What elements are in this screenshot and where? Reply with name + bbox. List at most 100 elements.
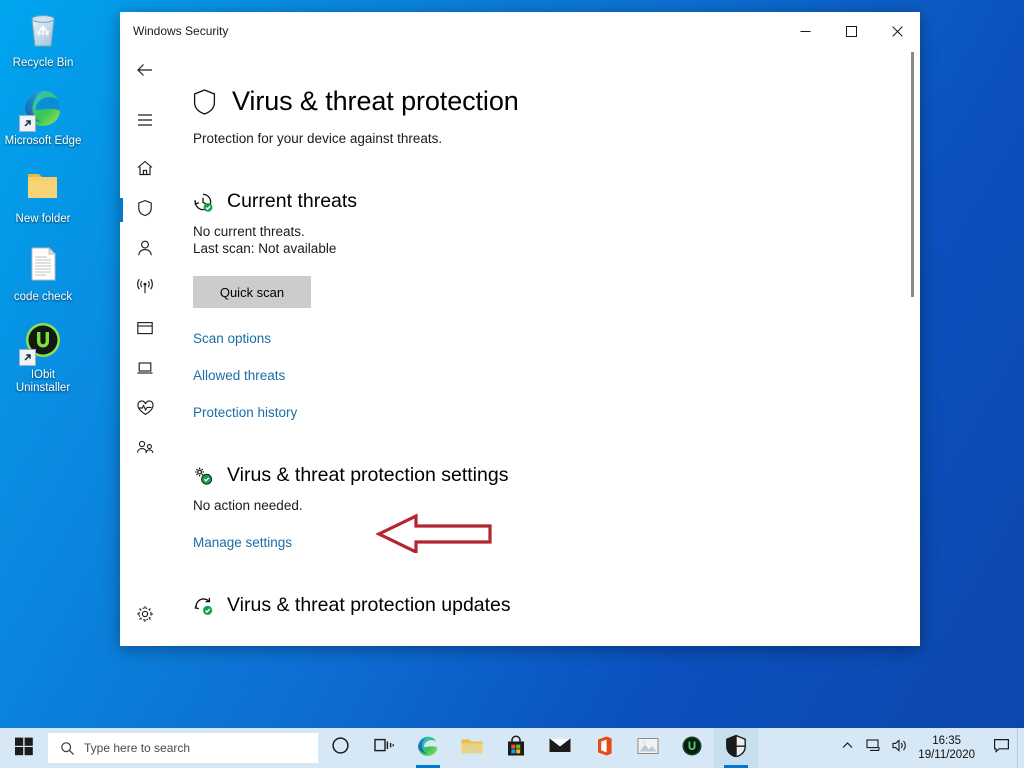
edge-icon [416,734,440,763]
taskbar-item-iobit-uninstaller[interactable] [670,728,714,768]
navigation-rail [120,50,170,646]
minimize-button[interactable] [782,12,828,50]
manage-settings-link[interactable]: Manage settings [193,535,292,550]
rail-spacer [120,140,170,150]
rail-bottom-spacer [120,636,170,646]
scan-options-link[interactable]: Scan options [193,331,271,346]
system-tray: 16:35 19/11/2020 [834,728,1024,768]
sidebar-item-home[interactable] [120,150,170,190]
sidebar-item-virus-threat-protection[interactable] [120,190,170,230]
page-title: Virus & threat protection [192,86,920,117]
desktop-icon-label: IObit Uninstaller [15,369,71,394]
sidebar-item-device-security[interactable] [120,350,170,390]
home-icon [135,158,155,183]
scrollbar-thumb[interactable] [911,52,914,297]
photos-icon [636,736,660,761]
last-scan-status: Last scan: Not available [193,241,337,256]
taskbar: Type here to search 16:35 19/11/2020 [0,728,1024,768]
taskbar-item-windows-security[interactable] [714,728,758,768]
back-button[interactable] [120,50,170,90]
show-desktop-button[interactable] [1017,728,1024,768]
taskbar-item-cortana[interactable] [318,728,362,768]
clock-time: 16:35 [932,735,962,747]
circle-icon [331,736,350,760]
edge-icon [19,84,67,132]
speech-bubble-icon [993,738,1010,758]
folder-icon [460,735,484,762]
iobit-icon [19,318,67,366]
desktop-icon-label: New folder [15,213,71,225]
network-icon [865,738,882,758]
title-bar[interactable]: Windows Security [120,12,920,50]
sidebar-item-app-browser-control[interactable] [120,310,170,350]
desktop-icon-iobit-uninstaller[interactable]: IObit Uninstaller [3,318,83,395]
clock[interactable]: 16:35 19/11/2020 [912,728,985,768]
taskbar-item-microsoft-edge[interactable] [406,728,450,768]
action-center-button[interactable] [985,728,1017,768]
section-title-protection-updates: Virus & threat protection updates [192,594,920,617]
gear-check-icon [192,465,214,487]
mail-icon [548,736,572,760]
sidebar-item-device-performance-health[interactable] [120,390,170,430]
taskbar-item-mail[interactable] [538,728,582,768]
sidebar-item-family-options[interactable] [120,430,170,470]
allowed-threats-link[interactable]: Allowed threats [193,368,285,383]
desktop-icon-label: Recycle Bin [12,57,74,69]
section-title-protection-settings: Virus & threat protection settings [192,464,920,487]
windows-security-window: Windows Security Virus & threat protecti… [120,12,920,646]
search-placeholder: Type here to search [84,741,191,755]
quick-scan-button[interactable]: Quick scan [193,276,311,308]
search-input[interactable]: Type here to search [48,733,318,763]
taskbar-item-microsoft-store[interactable] [494,728,538,768]
manage-settings-row: Manage settings [192,513,920,553]
page-title-text: Virus & threat protection [232,86,519,116]
network-button[interactable] [860,728,886,768]
iobit-icon [681,735,703,762]
maximize-button[interactable] [828,12,874,50]
section-title-current-threats: Current threats [192,190,920,213]
desktop-icon-label: code check [13,291,73,303]
person-icon [135,238,155,263]
desktop-icon-label: Microsoft Edge [4,135,82,147]
annotation-arrow-icon [376,513,492,553]
window-body: Virus & threat protection Protection for… [120,50,920,646]
taskbar-item-photos[interactable] [626,728,670,768]
wifi-icon [134,278,156,303]
shortcut-arrow-icon [19,349,36,366]
desktop-icon-code-check[interactable]: code check [3,240,83,304]
protection-history-link[interactable]: Protection history [193,405,297,420]
start-button[interactable] [0,728,48,768]
desktop-icon-new-folder[interactable]: New folder [3,162,83,226]
sidebar-item-account-protection[interactable] [120,230,170,270]
refresh-check-icon [192,595,214,617]
section-title-text: Current threats [227,190,358,212]
shortcut-arrow-icon [19,115,36,132]
folder-icon [19,162,67,210]
clock-date: 19/11/2020 [918,749,975,761]
taskbar-item-file-explorer[interactable] [450,728,494,768]
family-icon [134,438,156,463]
desktop: Recycle Bin Microsoft Edge New folder co… [0,0,1024,768]
rail-flex-spacer [120,470,170,596]
desktop-icon-recycle-bin[interactable]: Recycle Bin [3,6,83,70]
store-icon [505,734,527,762]
sidebar-item-firewall-network-protection[interactable] [120,270,170,310]
taskbar-item-office[interactable] [582,728,626,768]
current-threats-status: No current threats. [193,224,305,239]
chevron-up-icon [841,739,854,757]
show-hidden-icons-button[interactable] [834,728,860,768]
history-check-icon [192,191,214,213]
taskbar-item-task-view[interactable] [362,728,406,768]
volume-button[interactable] [886,728,912,768]
search-icon [60,741,75,756]
page-subtitle: Protection for your device against threa… [193,131,443,146]
task-view-icon [373,736,395,760]
close-button[interactable] [874,12,920,50]
rail-spacer [120,90,170,100]
sidebar-item-settings[interactable] [120,596,170,636]
desktop-icon-microsoft-edge[interactable]: Microsoft Edge [3,84,83,148]
windows-logo-icon [14,736,34,761]
heart-pulse-icon [135,398,156,423]
recycle-bin-icon [19,6,67,54]
hamburger-menu-button[interactable] [120,100,170,140]
